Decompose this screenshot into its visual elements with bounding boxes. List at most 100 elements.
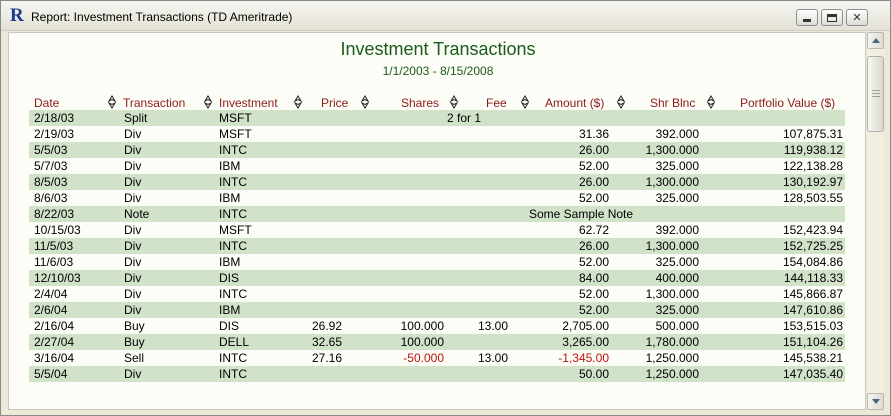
cell-shares: 100.000	[400, 319, 444, 333]
column-header-investment[interactable]: Investment	[219, 95, 278, 111]
cell-transaction: Div	[124, 367, 142, 381]
cell-amount: 52.00	[578, 191, 609, 205]
table-row[interactable]: 2/19/03 Div MSFT 31.36 392.000 107,875.31	[29, 126, 845, 142]
table-row[interactable]: 8/6/03 Div IBM 52.00 325.000 128,503.55	[29, 190, 845, 206]
title-bar[interactable]: R Report: Investment Transactions (TD Am…	[1, 1, 890, 31]
cell-investment: DIS	[219, 271, 240, 285]
cell-price: 26.92	[311, 319, 342, 333]
table-row[interactable]: 8/5/03 Div INTC 26.00 1,300.000 130,192.97	[29, 174, 845, 190]
cell-investment: IBM	[219, 159, 241, 173]
cell-date: 10/15/03	[34, 223, 81, 237]
table-row[interactable]: 2/6/04 Div IBM 52.00 325.000 147,610.86	[29, 302, 845, 318]
table-row[interactable]: 2/27/04 Buy DELL 32.65 100.000 3,265.00 1,780.…	[29, 334, 845, 350]
column-header-transaction[interactable]: Transaction	[123, 95, 185, 111]
cell-investment: INTC	[219, 239, 247, 253]
cell-shr-blnc: 1,300.000	[645, 175, 699, 189]
cell-portfolio-value: 145,866.87	[782, 287, 843, 301]
cell-date: 8/22/03	[34, 207, 75, 221]
sort-icon[interactable]	[293, 95, 303, 109]
cell-shr-blnc: 325.000	[655, 159, 699, 173]
vertical-scrollbar[interactable]	[867, 32, 884, 410]
column-header-portfolio-value[interactable]: Portfolio Value ($)	[740, 95, 835, 111]
cell-date: 3/16/04	[34, 351, 75, 365]
cell-amount: 3,265.00	[562, 335, 609, 349]
column-header-date[interactable]: Date	[34, 95, 59, 111]
sort-icon[interactable]	[706, 95, 716, 109]
cell-investment: INTC	[219, 287, 247, 301]
cell-date: 5/5/03	[34, 143, 68, 157]
cell-date: 2/4/04	[34, 287, 68, 301]
cell-date: 5/5/04	[34, 367, 68, 381]
close-button[interactable]: ✕	[846, 9, 868, 26]
scroll-down-button[interactable]	[867, 393, 884, 410]
column-header-fee[interactable]: Fee	[486, 95, 507, 111]
cell-date: 2/27/04	[34, 335, 75, 349]
table-row[interactable]: 5/5/04 Div INTC 50.00 1,250.000 147,035.40	[29, 366, 845, 382]
maximize-button[interactable]	[821, 9, 843, 26]
arrow-down-icon	[871, 399, 880, 404]
cell-shr-blnc: 400.000	[655, 271, 699, 285]
report-date-range: 1/1/2003 - 8/15/2008	[382, 64, 494, 78]
sort-icon[interactable]	[203, 95, 213, 109]
cell-portfolio-value: 147,610.86	[782, 303, 843, 317]
table-row[interactable]: 3/16/04 Sell INTC 27.16 -50.000 13.00 -1,345.0…	[29, 350, 845, 366]
table-row[interactable]: 10/15/03 Div MSFT 62.72 392.000 152,423.94	[29, 222, 845, 238]
report-title: Investment Transactions	[340, 39, 536, 59]
cell-portfolio-value: 107,875.31	[782, 127, 843, 141]
cell-amount: 2,705.00	[562, 319, 609, 333]
sort-icon[interactable]	[360, 95, 370, 109]
cell-date: 2/18/03	[34, 111, 75, 125]
cell-investment: IBM	[219, 303, 241, 317]
minimize-button[interactable]	[796, 9, 818, 26]
cell-transaction: Buy	[124, 335, 145, 349]
scroll-thumb[interactable]	[867, 56, 884, 132]
cell-date: 2/16/04	[34, 319, 75, 333]
cell-amount: 52.00	[578, 255, 609, 269]
cell-shr-blnc: 500.000	[655, 319, 699, 333]
sort-icon[interactable]	[520, 95, 530, 109]
cell-transaction: Div	[124, 191, 142, 205]
cell-date: 11/5/03	[34, 239, 74, 253]
column-header-amount[interactable]: Amount ($)	[545, 95, 604, 111]
cell-amount: 52.00	[578, 287, 609, 301]
cell-transaction: Div	[124, 239, 142, 253]
table-row[interactable]: 5/5/03 Div INTC 26.00 1,300.000 119,938.12	[29, 142, 845, 158]
cell-date: 2/19/03	[34, 127, 75, 141]
table-row[interactable]: 2/16/04 Buy DIS 26.92 100.000 13.00 2,705.00 50…	[29, 318, 845, 334]
cell-date: 11/6/03	[34, 255, 74, 269]
cell-portfolio-value: 130,192.97	[782, 175, 843, 189]
cell-shr-blnc: 325.000	[655, 303, 699, 317]
cell-amount: 52.00	[578, 159, 609, 173]
table-row[interactable]: 12/10/03 Div DIS 84.00 400.000 144,118.33	[29, 270, 845, 286]
cell-investment: IBM	[219, 255, 241, 269]
column-header-shares[interactable]: Shares	[401, 95, 439, 111]
column-header-shr-blnc[interactable]: Shr Blnc	[650, 95, 695, 111]
cell-amount: 31.36	[578, 127, 609, 141]
cell-amount: 26.00	[578, 239, 609, 253]
table-row[interactable]: 11/5/03 Div INTC 26.00 1,300.000 152,725.25	[29, 238, 845, 254]
close-icon: ✕	[852, 11, 862, 24]
table-row[interactable]: 5/7/03 Div IBM 52.00 325.000 122,138.28	[29, 158, 845, 174]
cell-shr-blnc: 392.000	[655, 127, 699, 141]
cell-price: 32.65	[311, 335, 342, 349]
table-row[interactable]: 2/18/03 Split MSFT 2 for 1	[29, 110, 845, 126]
sort-icon[interactable]	[616, 95, 626, 109]
cell-transaction: Div	[124, 175, 142, 189]
scroll-up-button[interactable]	[867, 32, 884, 49]
arrow-up-icon	[871, 38, 880, 43]
table-row[interactable]: 8/22/03 Note INTC Some Sample Note	[29, 206, 845, 222]
cell-portfolio-value: 147,035.40	[782, 367, 843, 381]
cell-portfolio-value: 145,538.21	[782, 351, 843, 365]
sort-icon[interactable]	[449, 95, 459, 109]
cell-transaction: Div	[124, 127, 142, 141]
cell-amount: 26.00	[578, 175, 609, 189]
cell-investment: DIS	[219, 319, 240, 333]
cell-shr-blnc: 325.000	[655, 255, 699, 269]
sort-icon[interactable]	[107, 95, 117, 109]
cell-note: Some Sample Note	[529, 207, 634, 221]
cell-date: 5/7/03	[34, 159, 68, 173]
column-header-price[interactable]: Price	[321, 95, 348, 111]
table-row[interactable]: 2/4/04 Div INTC 52.00 1,300.000 145,866.87	[29, 286, 845, 302]
table-row[interactable]: 11/6/03 Div IBM 52.00 325.000 154,084.86	[29, 254, 845, 270]
cell-date: 8/5/03	[34, 175, 68, 189]
